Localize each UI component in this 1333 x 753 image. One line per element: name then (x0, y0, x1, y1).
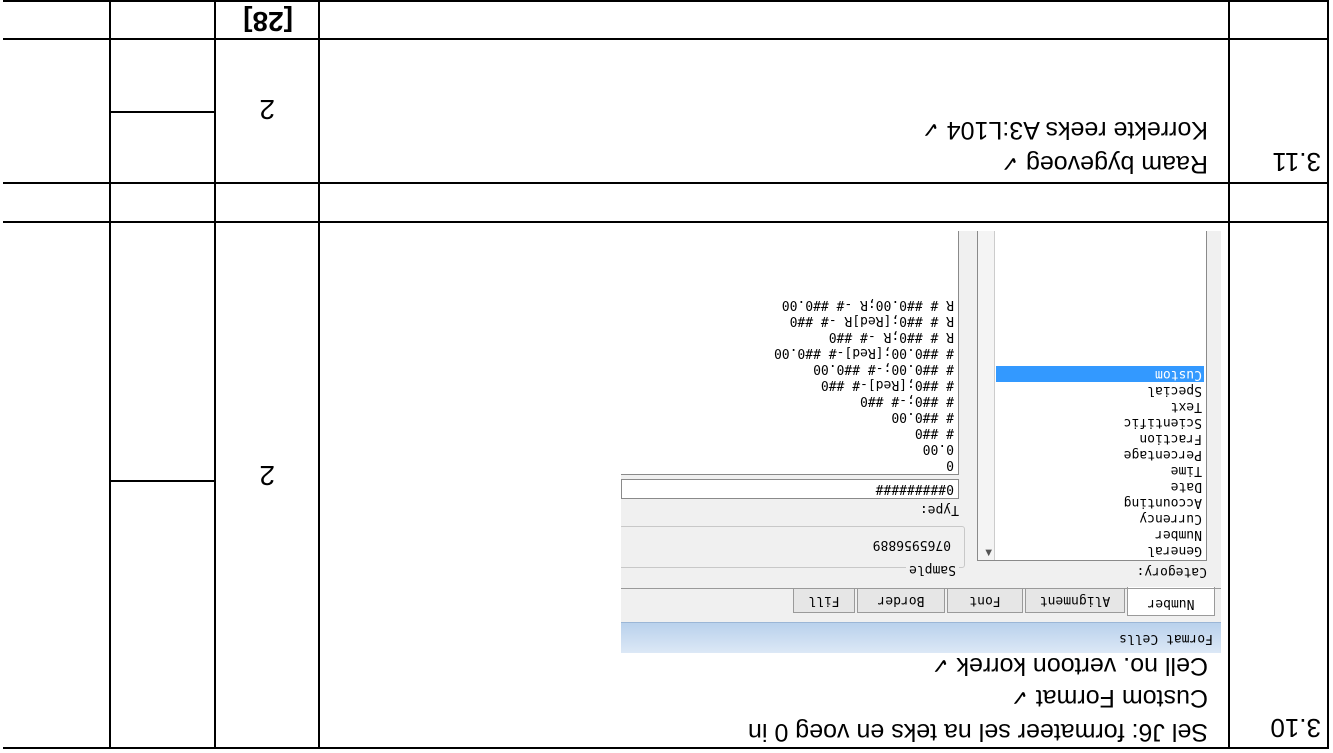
memo-text: Korrekte reeks A3:L104 (946, 116, 1208, 144)
format-item[interactable]: # ##0.00;[Red]-# ##0.00 (774, 344, 954, 360)
tab-font[interactable]: Font (947, 588, 1023, 613)
memo-text: Raam bygevoeg (1025, 150, 1208, 178)
category-item[interactable]: Accounting (996, 494, 1204, 510)
category-item[interactable]: Scientific (996, 414, 1204, 430)
question-number: 3.10 (1270, 713, 1321, 743)
category-item[interactable]: Percentage (996, 446, 1204, 462)
tick-icon: ✓ (931, 653, 950, 678)
category-item-selected[interactable]: Custom (996, 366, 1204, 382)
type-input[interactable]: 0######### (621, 479, 959, 499)
category-scrollbar[interactable]: ▲ (978, 231, 995, 560)
tab-border[interactable]: Border (857, 588, 945, 613)
category-item[interactable]: Date (996, 478, 1204, 494)
table-border-right (109, 0, 111, 749)
sample-label: Sample (906, 562, 959, 577)
table-border-bottom (3, 0, 1329, 2)
format-item[interactable]: R # ##0.00;R -# ##0.00 (782, 296, 954, 312)
tab-fill[interactable]: Fill (793, 588, 855, 613)
total-marks: [28] (243, 6, 293, 37)
row-divider (3, 221, 1329, 223)
mark-subdivider (111, 480, 216, 482)
col-divider (318, 0, 320, 749)
memo-line: Cell no. vertoon korrek ✓ (931, 648, 1208, 683)
format-item[interactable]: # ##0.00;-# ##0.00 (813, 360, 954, 376)
format-item[interactable]: # ##0;-# ##0 (860, 392, 954, 408)
mark-subdivider (111, 111, 216, 113)
category-item[interactable]: Currency (996, 510, 1204, 526)
category-item[interactable]: General (996, 542, 1204, 558)
memo-text: Custom Format (1035, 684, 1208, 712)
category-item[interactable]: Fraction (996, 430, 1204, 446)
memo-line: Custom Format ✓ (1010, 680, 1208, 715)
tab-strip-line (621, 588, 1221, 589)
format-item[interactable]: R # ##0;[Red]R -# ##0 (790, 312, 954, 328)
tab-number[interactable]: Number (1127, 587, 1215, 616)
table-border-left (1327, 0, 1329, 749)
type-label: Type: (919, 502, 959, 517)
type-format-list[interactable]: 0 0.00 # ##0 # ##0.00 # ##0;-# ##0 # ##0… (621, 231, 959, 475)
sample-value: 0765956889 (872, 537, 951, 552)
memo-line: Korrekte reeks A3:L104 ✓ (921, 112, 1208, 147)
mark-allocation: 2 (259, 460, 275, 491)
tab-alignment[interactable]: Alignment (1025, 588, 1125, 613)
tick-icon: ✓ (921, 117, 940, 142)
format-item[interactable]: # ##0 (915, 424, 954, 440)
category-item[interactable]: Text (996, 398, 1204, 414)
scroll-up-arrow-icon[interactable]: ▲ (985, 547, 992, 560)
memo-line: Raam bygevoeg ✓ (1001, 146, 1208, 181)
dialog-titlebar: Format Cells (621, 622, 1221, 653)
category-item[interactable]: Special (996, 382, 1204, 398)
dialog-title: Format Cells (1119, 631, 1213, 646)
category-label: Category: (1136, 564, 1207, 579)
memo-text: Cell no. vertoon korrek (956, 652, 1208, 680)
format-cells-dialog: Format Cells Number Alignment Font Borde… (621, 231, 1221, 653)
col-divider (214, 0, 216, 749)
mark-allocation: 2 (259, 94, 275, 125)
category-item[interactable]: Time (996, 462, 1204, 478)
format-item[interactable]: 0.00 (923, 440, 954, 456)
question-number: 3.11 (1272, 147, 1321, 177)
col-divider (1228, 0, 1230, 749)
tick-icon: ✓ (1010, 685, 1029, 710)
format-item[interactable]: 0 (946, 456, 954, 472)
memo-text: Sel J6: formateer sel na teks en voeg 0 … (748, 718, 1208, 746)
category-item[interactable]: Number (996, 526, 1204, 542)
category-list[interactable]: General Number Currency Accounting Date … (977, 231, 1207, 561)
tick-icon: ✓ (1000, 151, 1019, 176)
format-item[interactable]: R # ##0;R -# ##0 (829, 328, 954, 344)
row-divider (3, 38, 1329, 40)
memo-line: Sel J6: formateer sel na teks en voeg 0 … (748, 715, 1208, 749)
marking-memo-page: 3.10 Sel J6: formateer sel na teks en vo… (0, 0, 1333, 753)
row-divider (3, 182, 1329, 184)
format-item[interactable]: # ##0.00 (891, 408, 954, 424)
format-item[interactable]: # ##0;[Red]-# ##0 (821, 376, 954, 392)
